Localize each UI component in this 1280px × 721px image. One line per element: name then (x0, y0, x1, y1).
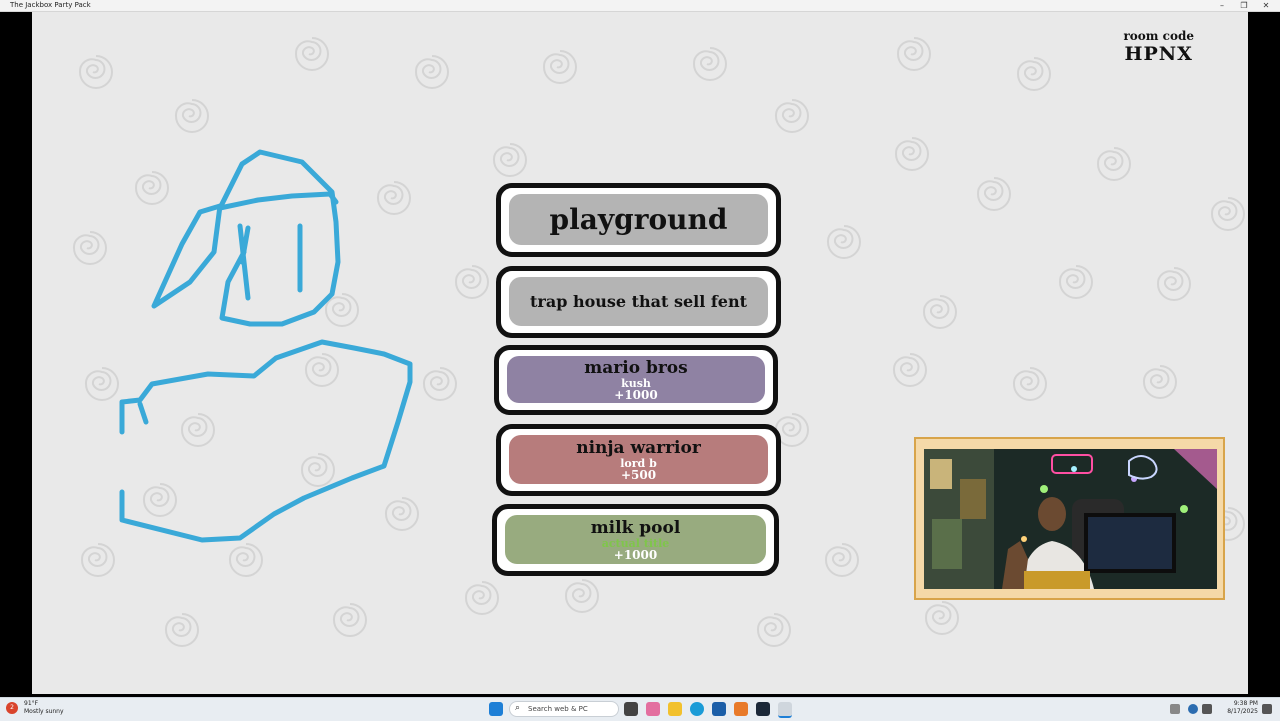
room-code-label: room code (1123, 29, 1194, 43)
clock-date: 8/17/2025 (1227, 708, 1258, 715)
app-icon[interactable] (734, 702, 748, 716)
system-tray-icon[interactable] (1170, 704, 1180, 714)
answer-player: actual title (601, 536, 670, 550)
clock-time: 9:38 PM (1233, 700, 1258, 707)
copilot-icon[interactable] (646, 702, 660, 716)
answer-text: mario bros (584, 357, 688, 378)
jackbox-app-icon[interactable] (778, 702, 792, 718)
answer-points: +1000 (614, 387, 658, 402)
file-explorer-icon[interactable] (668, 702, 682, 716)
steam-icon[interactable] (756, 702, 770, 716)
search-placeholder: Search web & PC (528, 705, 588, 713)
webcam-scene (924, 449, 1217, 589)
answer-card[interactable]: trap house that sell fent (496, 266, 781, 338)
window-title: The Jackbox Party Pack (10, 1, 91, 9)
answer-player: kush (621, 376, 651, 390)
player-drawing (119, 149, 413, 543)
drawing-stroke-body (119, 339, 413, 543)
answer-text: milk pool (590, 517, 681, 538)
answer-points: +500 (620, 467, 657, 482)
weather-temperature: 91°F (24, 700, 39, 707)
webcam-overlay (914, 437, 1225, 600)
webcam-feed (924, 449, 1217, 589)
answer-pill: milk pool actual title +1000 (505, 515, 766, 564)
answer-pill: ninja warrior lord b +500 (509, 435, 768, 484)
answer-card[interactable]: ninja warrior lord b +500 (496, 424, 781, 496)
room-code-panel: room code HPNX (1123, 29, 1194, 65)
answer-text: playground (549, 202, 728, 236)
close-button[interactable]: ✕ (1259, 0, 1273, 11)
answer-card[interactable]: playground (496, 183, 781, 257)
drawing-stroke-detail (137, 401, 149, 425)
notification-bell-icon[interactable] (1262, 704, 1272, 714)
answer-pill: playground (509, 194, 768, 245)
windows-taskbar: 2 91°F Mostly sunny ⌕ Search web & PC 9:… (0, 697, 1280, 721)
answer-pill: trap house that sell fent (509, 277, 768, 326)
window-titlebar: The Jackbox Party Pack – ❐ ✕ (0, 0, 1280, 12)
answer-card[interactable]: mario bros kush +1000 (494, 345, 778, 415)
drawing-stroke-left-wing (151, 203, 223, 309)
task-view-icon[interactable] (624, 702, 638, 716)
store-icon[interactable] (712, 702, 726, 716)
answer-player: lord b (620, 456, 657, 470)
answer-text: trap house that sell fent (530, 291, 747, 311)
room-code: HPNX (1124, 43, 1193, 65)
weather-alert-badge[interactable]: 2 (6, 702, 18, 714)
network-icon[interactable] (1188, 704, 1198, 714)
drawing-stroke-brim (217, 191, 339, 211)
taskbar-search[interactable]: ⌕ Search web & PC (509, 701, 619, 717)
answer-points: +1000 (613, 547, 658, 562)
edge-icon[interactable] (690, 702, 704, 716)
drawing-stroke-head (217, 149, 341, 327)
volume-icon[interactable] (1202, 704, 1212, 714)
answer-text: ninja warrior (576, 437, 701, 458)
weather-condition: Mostly sunny (24, 708, 64, 715)
drawing-stroke-face (237, 223, 303, 301)
answer-card[interactable]: milk pool actual title +1000 (492, 504, 779, 576)
answer-pill: mario bros kush +1000 (507, 356, 765, 403)
minimize-button[interactable]: – (1215, 0, 1229, 11)
weather-widget[interactable]: 91°F Mostly sunny (24, 700, 64, 716)
search-icon: ⌕ (515, 703, 521, 713)
taskbar-clock[interactable]: 9:38 PM 8/17/2025 (1227, 700, 1258, 716)
restore-button[interactable]: ❐ (1237, 0, 1251, 11)
start-icon[interactable] (489, 702, 503, 716)
